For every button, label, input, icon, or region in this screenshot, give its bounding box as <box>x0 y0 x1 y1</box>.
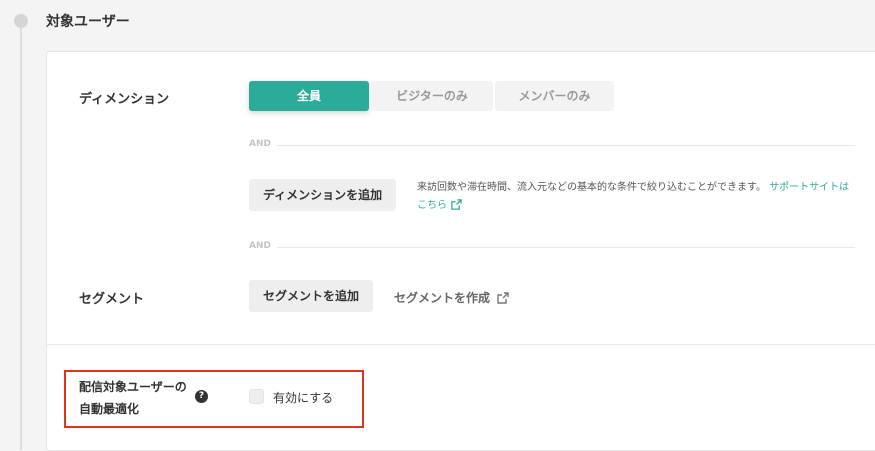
external-link-icon <box>451 199 462 210</box>
and-divider-1: AND <box>249 139 855 151</box>
auto-optimization-label-line2: 自動最適化 <box>79 402 140 416</box>
dimension-help-description: 来訪回数や滞在時間、流入元などの基本的な条件で絞り込むことができます。 <box>417 182 766 193</box>
and-line <box>277 145 855 146</box>
add-segment-button[interactable]: セグメントを追加 <box>249 280 374 312</box>
timeline-line <box>20 20 22 450</box>
timeline-dot <box>14 14 28 28</box>
and-divider-2: AND <box>249 241 855 253</box>
and-label: AND <box>249 139 271 149</box>
card-divider <box>47 344 875 345</box>
auto-optimization-label: 配信対象ユーザーの 自動最適化 <box>79 376 187 420</box>
dimension-help-text: 来訪回数や滞在時間、流入元などの基本的な条件で絞り込むことができます。 サポート… <box>417 179 857 215</box>
section-title: 対象ユーザー <box>46 14 130 30</box>
audience-segmented-control: 全員 ビジターのみ メンバーのみ <box>249 81 616 111</box>
and-label: AND <box>249 241 271 251</box>
segment-label: セグメント <box>79 292 145 307</box>
enable-optimization-checkbox[interactable] <box>249 389 264 404</box>
audience-option-all[interactable]: 全員 <box>249 81 369 111</box>
audience-option-members[interactable]: メンバーのみ <box>495 81 614 111</box>
external-link-icon <box>497 291 509 304</box>
dimension-label: ディメンション <box>79 92 170 107</box>
target-users-card: ディメンション 全員 ビジターのみ メンバーのみ AND ディメンションを追加 … <box>46 51 875 451</box>
and-line <box>277 247 855 248</box>
enable-optimization-label[interactable]: 有効にする <box>273 389 333 406</box>
audience-option-visitors[interactable]: ビジターのみ <box>371 81 493 111</box>
create-segment-link[interactable]: セグメントを作成 <box>394 289 509 306</box>
create-segment-link-text[interactable]: セグメントを作成 <box>394 289 490 306</box>
add-dimension-button[interactable]: ディメンションを追加 <box>249 179 397 211</box>
auto-optimization-label-line1: 配信対象ユーザーの <box>79 380 187 394</box>
question-circle-icon[interactable]: ? <box>195 390 208 403</box>
